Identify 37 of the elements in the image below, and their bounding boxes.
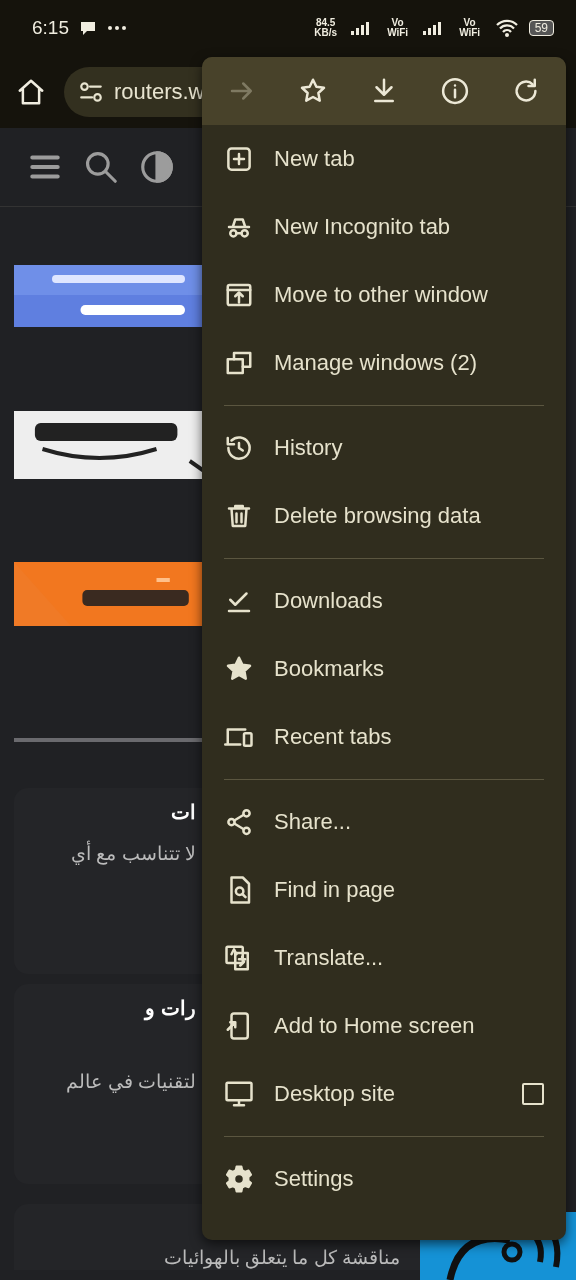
more-icon bbox=[107, 24, 127, 31]
menu-item[interactable]: Delete browsing data bbox=[202, 482, 566, 550]
card-text: لتقنيات في عالم bbox=[66, 1070, 196, 1093]
menu-item[interactable]: Settings bbox=[202, 1145, 566, 1213]
new-tab-icon bbox=[224, 144, 254, 174]
menu-item[interactable]: Manage windows (2) bbox=[202, 329, 566, 397]
menu-item[interactable]: History bbox=[202, 414, 566, 482]
card-text: مناقشة كل ما يتعلق بالهوائيات bbox=[163, 1246, 400, 1269]
chat-icon bbox=[79, 19, 97, 36]
card-title: ات bbox=[171, 800, 196, 824]
menu-item[interactable]: New tab bbox=[202, 125, 566, 193]
clock-time: 6:15 bbox=[32, 16, 69, 39]
card-text: لا تتناسب مع أي bbox=[71, 842, 196, 865]
history-icon bbox=[224, 433, 254, 463]
menu-item[interactable]: Recent tabs bbox=[202, 703, 566, 771]
checkbox[interactable] bbox=[522, 1083, 544, 1105]
menu-item[interactable]: Translate... bbox=[202, 924, 566, 992]
url-text: routers.w bbox=[114, 78, 205, 105]
network-speed: 84.5 KB/s bbox=[313, 17, 339, 38]
vowifi-label: Vo WiFi bbox=[386, 17, 410, 38]
vowifi-label: Vo WiFi bbox=[458, 17, 482, 38]
menu-item[interactable]: Downloads bbox=[202, 567, 566, 635]
menu-item[interactable]: Desktop site bbox=[202, 1060, 566, 1128]
contrast-icon bbox=[138, 148, 176, 186]
menu-item[interactable]: Bookmarks bbox=[202, 635, 566, 703]
info-icon bbox=[440, 76, 471, 106]
card-title: رات و bbox=[145, 996, 196, 1020]
menu-item[interactable]: New Incognito tab bbox=[202, 193, 566, 261]
desktop-icon bbox=[224, 1079, 254, 1109]
menu-item[interactable]: Move to other window bbox=[202, 261, 566, 329]
menu-item[interactable]: Find in page bbox=[202, 856, 566, 924]
wifi-icon bbox=[494, 17, 519, 38]
menu-item[interactable]: Add to Home screen bbox=[202, 992, 566, 1060]
settings-icon bbox=[224, 1164, 254, 1194]
menu-item[interactable]: Share... bbox=[202, 788, 566, 856]
share-icon bbox=[224, 807, 254, 837]
battery-level: 59 bbox=[528, 19, 554, 36]
